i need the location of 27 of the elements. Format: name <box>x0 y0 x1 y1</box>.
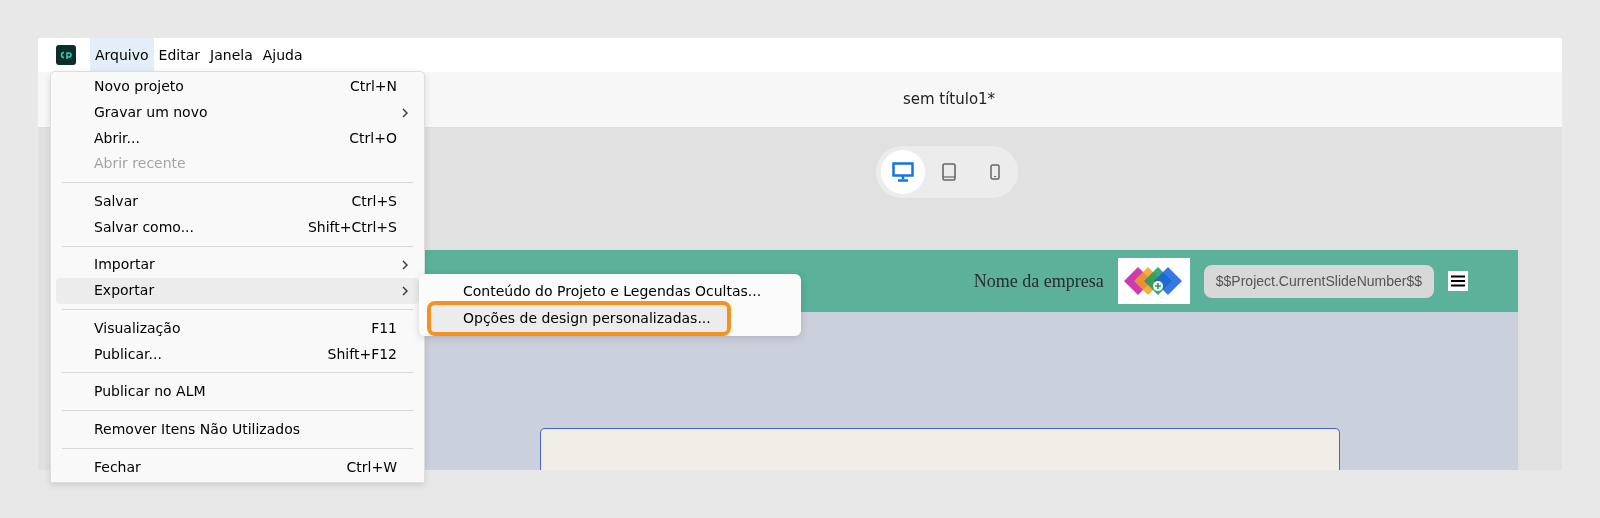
tablet-icon <box>942 163 956 181</box>
slide-number-field: $$Project.CurrentSlideNumber$$ <box>1203 264 1434 298</box>
menu-item[interactable]: Visualização F11 <box>56 315 419 342</box>
menu-item[interactable]: Importar <box>56 252 419 278</box>
menu-item[interactable]: Ajuda <box>257 38 308 72</box>
phone-icon <box>990 164 1000 180</box>
desktop-icon <box>892 162 914 182</box>
menu-item[interactable]: Abrir... Ctrl+O <box>56 125 419 152</box>
document-title: sem título1* <box>902 89 996 111</box>
menu-item[interactable]: Publicar no ALM <box>56 378 419 405</box>
company-name: Nome da empresa <box>973 269 1104 293</box>
menu-item[interactable]: Conteúdo do Projeto e Legendas Ocultas... <box>425 278 795 305</box>
menu-item[interactable]: Arquivo <box>90 38 154 72</box>
menu-item[interactable]: Janela <box>205 38 258 72</box>
menu-item[interactable]: Exportar <box>56 277 419 304</box>
menu-item[interactable]: Gravar um novo <box>56 99 419 126</box>
logo-drawing <box>1123 265 1184 297</box>
app-logo-icon <box>56 45 76 65</box>
menu-item[interactable]: Remover Itens Não Utilizados <box>56 416 419 443</box>
menu-item[interactable]: Publicar... Shift+F12 <box>56 341 419 367</box>
menu-item[interactable]: Salvar como... Shift+Ctrl+S <box>56 214 419 241</box>
menu-item[interactable]: Novo projeto Ctrl+N <box>56 74 419 100</box>
menu-icon[interactable] <box>1448 271 1468 291</box>
menu-item[interactable]: Fechar Ctrl+W <box>56 454 419 480</box>
menu-item[interactable]: Salvar Ctrl+S <box>56 188 419 215</box>
menu-item[interactable]: Editar <box>153 38 206 72</box>
desktop-view-button[interactable] <box>881 150 925 194</box>
